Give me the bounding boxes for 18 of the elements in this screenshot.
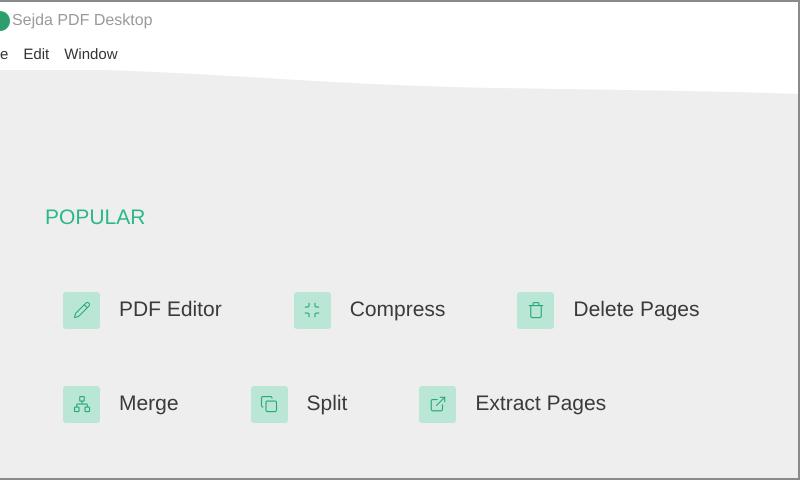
menu-item[interactable]: Window	[64, 44, 118, 66]
tool-link[interactable]: Split	[250, 386, 348, 422]
hierarchy-icon	[63, 386, 100, 422]
tool-link[interactable]: Merge	[63, 386, 179, 422]
copy-icon	[250, 386, 288, 422]
menu-item[interactable]: Edit	[23, 44, 50, 66]
window-title: Sejda PDF Desktop	[12, 11, 153, 31]
menu-item[interactable]: e	[0, 44, 8, 66]
app-logo-icon	[0, 11, 10, 31]
section-heading: POPULAR	[45, 205, 146, 231]
tool-link[interactable]: Compress	[294, 292, 446, 328]
tool-link[interactable]: PDF Editor	[63, 292, 222, 328]
shrink-icon	[294, 292, 331, 328]
tool-link[interactable]: Delete Pages	[517, 292, 700, 328]
external-link-icon	[419, 386, 456, 422]
trash-icon	[517, 292, 554, 328]
pencil-icon	[63, 292, 100, 328]
tool-link[interactable]: Extract Pages	[419, 386, 606, 422]
